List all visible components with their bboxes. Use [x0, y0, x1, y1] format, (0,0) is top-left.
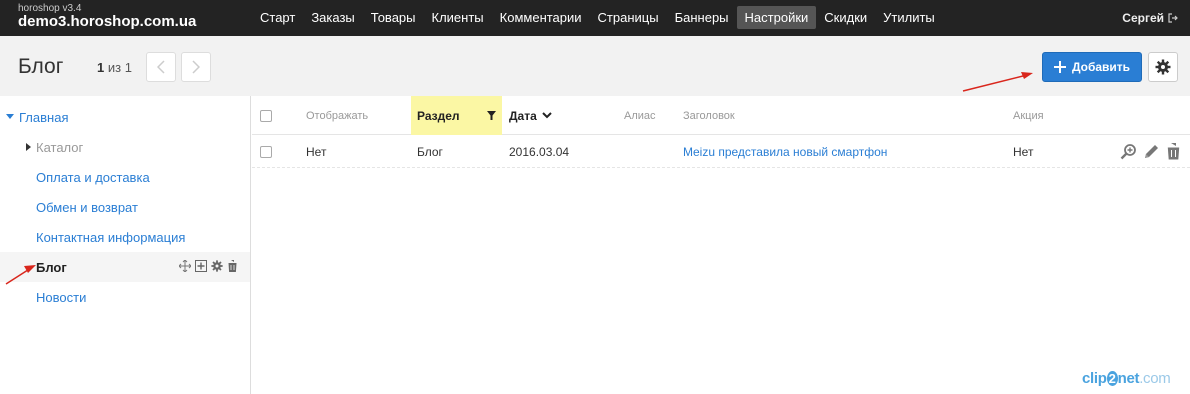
filter-icon[interactable] — [487, 111, 496, 120]
nav-pages[interactable]: Страницы — [594, 6, 663, 29]
col-title[interactable]: Заголовок — [683, 96, 735, 135]
user-menu[interactable]: Сергей — [1122, 11, 1178, 25]
user-name: Сергей — [1122, 11, 1164, 25]
pager-info: 1 из 1 — [97, 60, 132, 75]
tree-item-label: Каталог — [36, 139, 84, 155]
pager-current: 1 — [97, 60, 105, 75]
tree-item-catalog[interactable]: Каталог — [0, 132, 250, 162]
chevron-left-icon — [157, 60, 165, 74]
add-child-icon[interactable] — [195, 260, 207, 272]
tree-item-news[interactable]: Новости — [0, 282, 250, 312]
tree-item-exchange[interactable]: Обмен и возврат — [0, 192, 250, 222]
nav-clients[interactable]: Клиенты — [428, 6, 488, 29]
tree-item-actions — [179, 260, 238, 272]
col-date-label: Дата — [509, 108, 537, 123]
watermark-logo: clip 2 net.com — [1082, 370, 1171, 387]
nav-orders[interactable]: Заказы — [307, 6, 358, 29]
cell-date: 2016.03.04 — [509, 144, 570, 159]
col-promo[interactable]: Акция — [1013, 96, 1044, 135]
top-navbar: horoshop v3.4 demo3.horoshop.com.ua Стар… — [0, 0, 1190, 36]
row-checkbox[interactable] — [260, 145, 272, 158]
next-page-button[interactable] — [181, 52, 211, 82]
col-display[interactable]: Отображать — [306, 96, 368, 135]
cell-section: Блог — [417, 144, 443, 159]
edit-pencil-icon[interactable] — [1143, 143, 1160, 160]
tree-item-payment[interactable]: Оплата и доставка — [0, 162, 250, 192]
tree-item-label: Новости — [36, 289, 87, 305]
nav-settings[interactable]: Настройки — [736, 6, 817, 29]
trash-icon[interactable] — [1166, 143, 1181, 160]
tree-item-label: Оплата и доставка — [36, 169, 150, 185]
gear-icon[interactable] — [211, 260, 223, 272]
cell-title-link[interactable]: Meizu представила новый смартфон — [683, 135, 887, 168]
nav-comments[interactable]: Комментарии — [496, 6, 586, 29]
settings-button[interactable] — [1148, 52, 1178, 82]
add-button[interactable]: Добавить — [1042, 52, 1142, 82]
tree-item-label: Главная — [19, 109, 69, 125]
site-domain[interactable]: demo3.horoshop.com.ua — [18, 13, 196, 30]
page-header: Блог 1 из 1 Добавить — [0, 36, 1190, 96]
col-date[interactable]: Дата — [509, 96, 552, 135]
table-header: Отображать Раздел Дата Алиас Заголовок А… — [252, 96, 1190, 135]
nav-banners[interactable]: Баннеры — [671, 6, 733, 29]
add-button-label: Добавить — [1071, 60, 1131, 74]
col-alias[interactable]: Алиас — [624, 96, 656, 135]
tree-item-blog[interactable]: Блог — [0, 252, 250, 282]
sort-desc-icon[interactable] — [542, 112, 552, 119]
row-select-cell — [260, 135, 272, 168]
nav-start[interactable]: Старт — [256, 6, 299, 29]
select-all-cell — [260, 96, 272, 135]
logout-icon[interactable] — [1168, 13, 1178, 23]
prev-page-button[interactable] — [146, 52, 176, 82]
col-section-label: Раздел — [417, 108, 460, 123]
tree-item-contacts[interactable]: Контактная информация — [0, 222, 250, 252]
tree-item-label: Контактная информация — [36, 229, 186, 245]
pager-total: из 1 — [107, 60, 132, 75]
sidebar-tree: Главная Каталог Оплата и доставка Обмен … — [0, 96, 251, 394]
tree-item-label: Блог — [36, 259, 67, 275]
cell-promo: Нет — [1013, 144, 1034, 159]
nav-products[interactable]: Товары — [367, 6, 420, 29]
move-icon[interactable] — [179, 260, 191, 272]
main-nav: Старт Заказы Товары Клиенты Комментарии … — [256, 6, 947, 29]
plus-icon — [1053, 61, 1066, 73]
preview-zoom-icon[interactable] — [1120, 143, 1137, 160]
caret-down-icon[interactable] — [6, 114, 14, 120]
caret-right-icon[interactable] — [26, 143, 32, 151]
table-row[interactable]: Нет Блог 2016.03.04 Meizu представила но… — [252, 135, 1190, 168]
nav-utilities[interactable]: Утилиты — [879, 6, 939, 29]
select-all-checkbox[interactable] — [260, 109, 272, 122]
page-title: Блог — [18, 55, 64, 78]
row-actions — [1120, 143, 1181, 160]
cell-display: Нет — [306, 144, 327, 159]
gear-icon — [1155, 59, 1171, 75]
trash-icon[interactable] — [227, 260, 238, 272]
tree-item-home[interactable]: Главная — [0, 102, 250, 132]
records-table: Отображать Раздел Дата Алиас Заголовок А… — [252, 96, 1190, 168]
nav-discounts[interactable]: Скидки — [820, 6, 871, 29]
chevron-right-icon — [192, 60, 200, 74]
col-section[interactable]: Раздел — [411, 96, 502, 135]
tree-item-label: Обмен и возврат — [36, 199, 138, 215]
